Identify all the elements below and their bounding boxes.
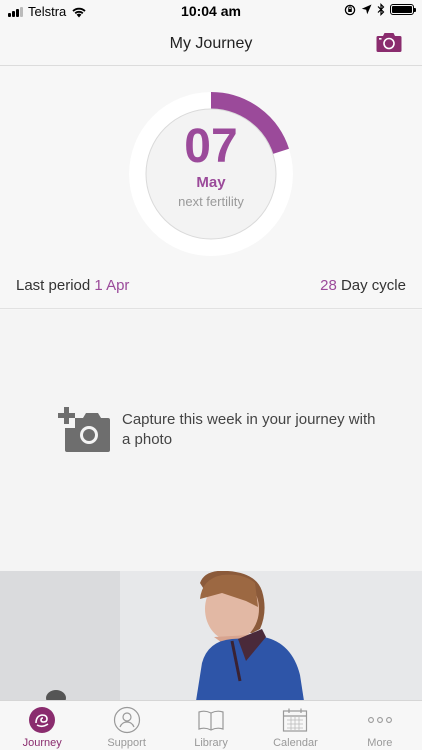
capture-photo-prompt[interactable]: Capture this week in your journey with a… [0, 310, 422, 571]
tab-bar: Journey Support Library Calendar More [0, 700, 422, 750]
bluetooth-icon [377, 3, 385, 16]
cycle-length-value[interactable]: 28 [320, 277, 337, 294]
tab-support[interactable]: Support [84, 701, 168, 750]
tab-label: Support [107, 737, 146, 749]
camera-icon[interactable] [376, 31, 402, 53]
journey-photo[interactable] [0, 571, 422, 701]
cycle-length: 28 Day cycle [320, 277, 406, 294]
tab-journey[interactable]: Journey [0, 701, 84, 750]
tab-label: Calendar [273, 737, 318, 749]
ring-text: 07 May next fertility [127, 90, 295, 258]
last-period-label: Last period [16, 277, 91, 294]
last-period-value[interactable]: 1 Apr [94, 277, 129, 294]
calendar-icon [283, 708, 308, 732]
page-title: My Journey [169, 35, 253, 52]
tab-label: Journey [22, 737, 62, 749]
cycle-summary: 07 May next fertility Last period 1 Apr … [0, 66, 422, 309]
cycle-length-label: Day cycle [340, 277, 406, 294]
journey-icon [29, 707, 56, 733]
fertility-subtitle: next fertility [178, 194, 244, 209]
library-icon [198, 710, 224, 731]
status-bar: Telstra 10:04 am [0, 0, 422, 22]
photo-image [0, 571, 422, 701]
nav-bar: My Journey [0, 22, 422, 66]
support-icon [113, 706, 140, 734]
tab-calendar[interactable]: Calendar [253, 701, 337, 750]
tab-label: Library [194, 737, 228, 749]
fertility-month: May [196, 174, 226, 191]
fertility-day: 07 [184, 120, 238, 173]
add-photo-icon[interactable] [58, 407, 111, 453]
battery-icon [390, 4, 416, 15]
orientation-lock-icon [344, 4, 356, 15]
tab-label: More [367, 737, 393, 749]
last-period: Last period 1 Apr [16, 277, 129, 294]
more-icon [367, 717, 392, 723]
status-right [344, 3, 416, 16]
location-icon [361, 4, 372, 15]
tab-more[interactable]: More [338, 701, 422, 750]
fertility-ring[interactable]: 07 May next fertility [127, 90, 295, 258]
tab-library[interactable]: Library [169, 701, 253, 750]
capture-text: Capture this week in your journey with a… [122, 411, 376, 448]
